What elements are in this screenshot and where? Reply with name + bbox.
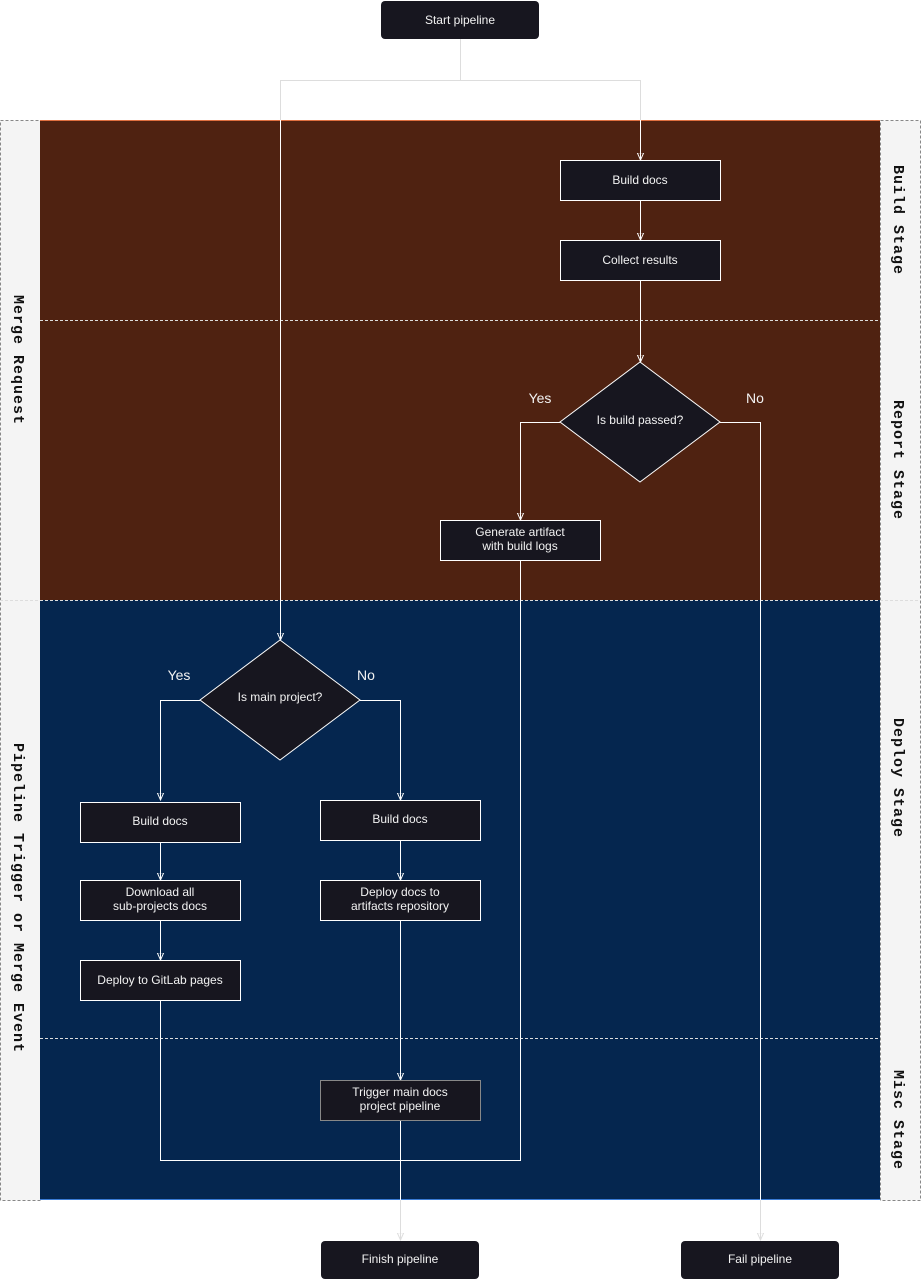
node-label: Build docs xyxy=(372,812,427,826)
node-generate-artifact[interactable]: Generate artifact with build logs xyxy=(440,520,601,561)
node-label: Build docs xyxy=(132,814,187,828)
node-label: Generate artifact xyxy=(475,525,565,539)
lane-label-merge-request: Merge Request xyxy=(9,295,26,425)
node-download-all[interactable]: Download all sub-projects docs xyxy=(80,880,241,921)
node-label: project pipeline xyxy=(360,1099,441,1113)
right-lane-header xyxy=(880,120,921,1201)
node-label: Is main project? xyxy=(238,690,323,704)
node-deploy-gitlab-pages[interactable]: Deploy to GitLab pages xyxy=(80,960,241,1001)
node-build-docs[interactable]: Build docs xyxy=(560,160,721,201)
edge xyxy=(280,39,461,120)
node-label: Trigger main docs xyxy=(352,1085,448,1099)
node-label: sub-projects docs xyxy=(113,899,207,913)
node-fail-pipeline[interactable]: Fail pipeline xyxy=(681,1241,839,1279)
lane-label-pipeline-trigger: Pipeline Trigger or Merge Event xyxy=(9,743,26,1053)
node-label: Collect results xyxy=(602,253,677,267)
edge-label-yes: Yes xyxy=(168,667,191,683)
edge-label-no: No xyxy=(746,390,764,406)
lane-label-misc-stage: Misc Stage xyxy=(889,1070,906,1170)
node-label: with build logs xyxy=(481,539,557,553)
edge-label-no: No xyxy=(357,667,375,683)
node-label: Build docs xyxy=(612,173,667,187)
node-start-pipeline[interactable]: Start pipeline xyxy=(381,1,539,39)
node-finish-pipeline[interactable]: Finish pipeline xyxy=(321,1241,479,1279)
node-label: Download all xyxy=(126,885,195,899)
node-label: Finish pipeline xyxy=(362,1252,439,1266)
node-build-docs-main[interactable]: Build docs xyxy=(80,802,241,843)
node-build-docs-sub[interactable]: Build docs xyxy=(320,800,481,841)
node-deploy-artifacts[interactable]: Deploy docs to artifacts repository xyxy=(320,880,481,921)
node-label: artifacts repository xyxy=(351,899,449,913)
node-label: Fail pipeline xyxy=(728,1252,792,1266)
edge-label-yes: Yes xyxy=(529,390,552,406)
lane-label-report-stage: Report Stage xyxy=(889,400,906,520)
node-label: Is build passed? xyxy=(597,413,684,427)
edge xyxy=(460,80,641,120)
node-label: Deploy to GitLab pages xyxy=(97,973,222,987)
node-label: Deploy docs to xyxy=(360,885,440,899)
node-trigger-main-pipeline[interactable]: Trigger main docs project pipeline xyxy=(320,1080,481,1121)
lane-label-build-stage: Build Stage xyxy=(889,165,906,275)
lane-label-deploy-stage: Deploy Stage xyxy=(889,718,906,838)
pipeline-flowchart: Merge Request Pipeline Trigger or Merge … xyxy=(0,1,921,1279)
node-label: Start pipeline xyxy=(425,13,495,27)
node-collect-results[interactable]: Collect results xyxy=(560,240,721,281)
